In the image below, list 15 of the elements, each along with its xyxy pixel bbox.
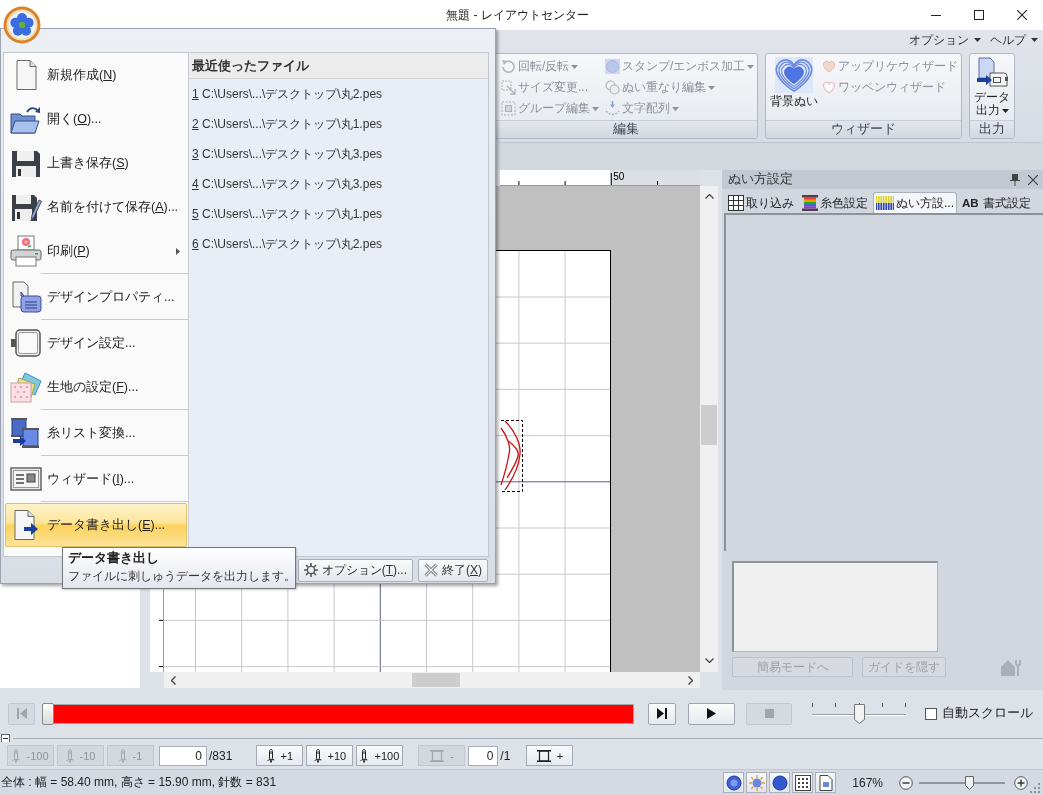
group-label: 出力 (970, 120, 1015, 138)
stitch-total-label: /831 (209, 748, 233, 763)
tooltip-title: データ書き出し (68, 550, 160, 567)
group-label: ウィザード (766, 120, 962, 138)
color-total-label: /1 (500, 748, 511, 763)
status-text: 全体 : 幅 = 58.40 mm, 高さ = 15.90 mm, 針数 = 831 (0, 774, 278, 791)
tooltip-text: ファイルに刺しゅうデータを出力します。 (68, 569, 290, 584)
recent-files-heading: 最近使ったファイル (189, 53, 488, 79)
letters-icon: AB (962, 197, 979, 209)
zoom-level: 167% (852, 775, 883, 790)
checkbox-label: 自動スクロール (942, 705, 1033, 722)
window-title: 無題 - レイアウトセンター (446, 7, 589, 22)
ruler-label: 50 (613, 171, 625, 182)
panel-title: ぬい方設定 (728, 171, 793, 188)
group-label: 編集 (494, 120, 758, 138)
